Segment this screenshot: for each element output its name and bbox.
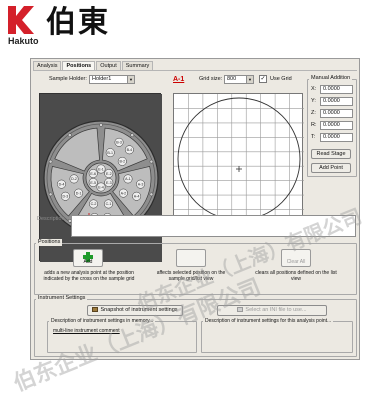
holder-slot-label: E-3 <box>106 181 112 185</box>
screw-icon <box>48 192 53 197</box>
holder-slot-label: A-1 <box>125 177 131 181</box>
chevron-down-icon[interactable]: ▼ <box>246 76 253 83</box>
clear-all-label: Clear All <box>286 259 306 265</box>
manual-z-input[interactable]: 0.0000 <box>320 109 353 118</box>
holder-slot: A-2 <box>118 188 128 198</box>
holder-slot: C-2 <box>89 199 98 209</box>
holder-slot-label: E-1 <box>98 167 104 171</box>
hakuto-logo-icon <box>8 6 34 34</box>
add-point-button[interactable]: Add Point <box>311 163 351 173</box>
positions-title: Positions <box>36 239 63 246</box>
manual-z-label: Z: <box>311 110 316 116</box>
file-settings-title: Description of instrument settings for t… <box>203 318 334 325</box>
screw-icon <box>130 133 135 137</box>
screw-icon <box>48 159 53 164</box>
holder-slot: E-6 <box>88 169 98 178</box>
add-position-description: adds a new analysis point at the positio… <box>43 270 135 282</box>
holder-slot-label: A-4 <box>134 195 140 199</box>
holder-slot: D-1 <box>74 188 84 198</box>
grid-size-value: 800 <box>227 76 237 82</box>
holder-slot: E-5 <box>88 178 98 187</box>
screw-icon <box>149 192 154 197</box>
holder-slot-label: B-2 <box>119 160 125 164</box>
grid-title: A-1 <box>173 76 185 83</box>
holder-slot-label: A-3 <box>138 182 144 186</box>
sample-grid[interactable] <box>173 93 304 224</box>
holder-slot-label: A-2 <box>121 191 127 195</box>
select-ini-label: Select an INI file to use... <box>245 307 307 313</box>
holder-slot-label: E-6 <box>90 172 96 176</box>
instrument-settings-title: Instrument Settings <box>36 295 88 302</box>
holder-slot: C-1 <box>104 199 113 209</box>
holder-slot: A-4 <box>132 191 142 201</box>
holder-slot-label: C-2 <box>91 202 97 206</box>
holder-slot: B-3 <box>114 137 124 147</box>
sample-holder-value: Holder1 <box>92 76 112 82</box>
snapshot-icon <box>92 307 99 313</box>
clear-all-description: clears all positions defined on the list… <box>255 270 337 282</box>
manual-x-label: X: <box>311 86 317 92</box>
holder-slot: E-3 <box>104 178 114 187</box>
holder-slot: E-1 <box>96 164 106 174</box>
manual-t-input[interactable]: 0.0000 <box>320 133 353 142</box>
holder-slot: E-2 <box>104 169 114 178</box>
brand-name: 伯東 <box>46 5 110 40</box>
sample-holder-select[interactable]: Holder1 ▼ <box>89 75 135 84</box>
use-grid-checkbox[interactable]: ✓ <box>259 75 267 83</box>
tab-divider <box>33 70 357 71</box>
holder-slot: E-4 <box>96 182 106 192</box>
holder-slot: D-4 <box>57 179 66 189</box>
manual-addition-title: Manual Addition <box>309 75 353 82</box>
manual-x-input[interactable]: 0.0000 <box>320 85 353 94</box>
description-label: Description: <box>37 216 67 222</box>
read-stage-button[interactable]: Read Stage <box>311 149 351 159</box>
manual-y-input[interactable]: 0.0000 <box>320 97 353 106</box>
screw-icon <box>149 159 154 164</box>
holder-slot: A-3 <box>136 179 145 189</box>
sample-grid-diagram <box>174 94 304 224</box>
holder-slot-label: E-4 <box>98 185 104 189</box>
manual-t-label: T: <box>311 134 316 140</box>
holder-slot-label: E-5 <box>90 181 96 185</box>
manual-y-label: Y: <box>311 98 316 104</box>
grid-size-label: Grid size: <box>199 76 223 82</box>
holder-slot: A-1 <box>123 174 133 184</box>
holder-slot-label: E-2 <box>106 172 112 176</box>
holder-slot-label: B-4 <box>127 148 133 152</box>
holder-slot-label: D-3 <box>63 195 69 199</box>
screw-icon <box>99 123 103 127</box>
holder-slot-label: C-1 <box>106 202 112 206</box>
holder-slot-label: D-1 <box>76 191 82 195</box>
manual-r-label: R: <box>311 122 317 128</box>
holder-slot-label: B-1 <box>107 151 113 155</box>
screw-icon <box>67 133 72 137</box>
holder-slot-label: B-3 <box>116 141 122 145</box>
use-grid-label: Use Grid <box>270 76 292 82</box>
holder-slot: D-3 <box>60 191 70 201</box>
holder-slot: B-4 <box>124 145 134 155</box>
grid-size-input[interactable]: 800 ▼ <box>224 75 254 84</box>
file-settings-box <box>201 321 353 353</box>
manual-r-input[interactable]: 0.0000 <box>320 121 353 130</box>
brand-sub: Hakuto <box>8 36 39 46</box>
holder-slot: D-2 <box>69 174 79 184</box>
holder-slot-label: D-4 <box>59 182 65 186</box>
chevron-down-icon[interactable]: ▼ <box>127 76 134 83</box>
holder-slot: B-2 <box>117 156 127 166</box>
add-position-button[interactable]: Add <box>73 249 103 267</box>
brand-logo: 伯東 Hakuto <box>4 2 124 52</box>
holder-slot-label: D-2 <box>71 177 77 181</box>
sample-holder-label: Sample Holder: <box>49 76 87 82</box>
add-position-label: Add <box>83 259 93 265</box>
holder-slot: B-1 <box>105 148 115 158</box>
